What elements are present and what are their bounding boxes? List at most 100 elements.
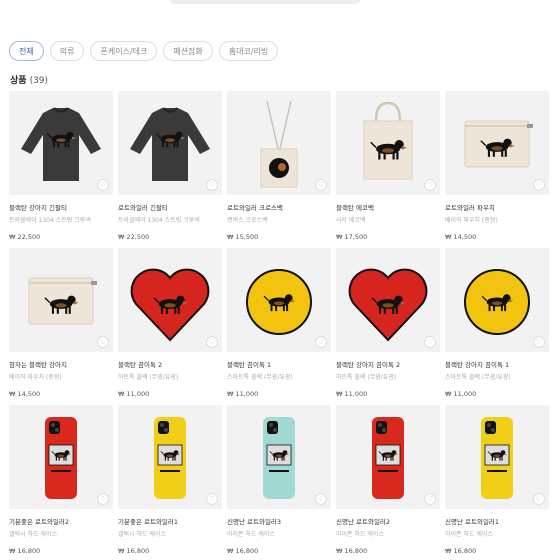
product-image[interactable]: ♡: [336, 405, 440, 509]
tab-home-living[interactable]: 홈데코/리빙: [218, 41, 279, 61]
product-card[interactable]: ♡ 신명난 로트와일러1 아이폰 하드 케이스 ₩ 16,800: [445, 405, 549, 555]
phone-case-red-icon: [372, 417, 404, 499]
product-price: ₩ 17,500: [336, 233, 368, 241]
product-price: ₩ 14,500: [445, 233, 477, 241]
product-name[interactable]: 블랙탄 강아지 끔이톡 1: [445, 359, 549, 369]
product-name[interactable]: 기분좋은 로트와일러1: [118, 516, 222, 526]
product-name[interactable]: 블랙탄 끔이톡 2: [118, 359, 222, 369]
product-price: ₩ 22,500: [9, 233, 41, 241]
product-name[interactable]: 참자는 블랙탄 강아지: [9, 359, 113, 369]
product-image[interactable]: ♡: [118, 248, 222, 352]
product-subtitle: 아이폰 하드 케이스: [227, 531, 275, 538]
product-subtitle: 갤럭시 하드 케이스: [9, 531, 57, 538]
product-name[interactable]: 블랙탄 에코백: [336, 202, 440, 212]
product-card[interactable]: ♡ 블랙탄 끔이톡 1 스마트톡 블랙 (무광/유광) ₩ 11,000: [227, 248, 331, 398]
product-card[interactable]: ♡ 로트와일러 긴팔티 트라클에이 1304 스트링 크루넥 ₩ 22,500: [118, 91, 222, 241]
product-price: ₩ 22,500: [118, 233, 150, 241]
heading-label: 상품: [10, 76, 27, 86]
product-image[interactable]: ♡: [336, 248, 440, 352]
product-card[interactable]: ♡ 블랙탄 끔이톡 2 하트톡 블랙 (무광/유광) ₩ 11,000: [118, 248, 222, 398]
product-card[interactable]: ♡ 기분좋은 로트와일러2 갤럭시 하드 케이스 ₩ 16,800: [9, 405, 113, 555]
product-card[interactable]: ♡ 블랙탄 에코백 사각 에코백 ₩ 17,500: [336, 91, 440, 241]
product-card[interactable]: ♡ 블랙탄 강아지 긴팔티 트라클에이 1304 스트링 크루넥 ₩ 22,50…: [9, 91, 113, 241]
product-card[interactable]: ♡ 로트와일러 크로스백 캔버스 크로스백 ₩ 15,500: [227, 91, 331, 241]
product-subtitle: 하트톡 블랙 (무광/유광): [336, 374, 397, 381]
product-price: ₩ 15,500: [227, 233, 259, 241]
wishlist-heart-icon[interactable]: ♡: [206, 336, 218, 348]
tab-all[interactable]: 전체: [9, 41, 44, 61]
product-subtitle: 갤럭시 하드 케이스: [118, 531, 166, 538]
product-image[interactable]: ♡: [9, 91, 113, 195]
heart-griptok-icon: [130, 268, 210, 342]
phone-case-mint-icon: [263, 417, 295, 499]
wishlist-heart-icon[interactable]: ♡: [315, 493, 327, 505]
product-name[interactable]: 신명난 로트와일러2: [336, 516, 440, 526]
product-price: ₩ 16,800: [118, 547, 150, 555]
wishlist-heart-icon[interactable]: ♡: [424, 179, 436, 191]
round-griptok-icon: [246, 269, 312, 335]
wishlist-heart-icon[interactable]: ♡: [206, 179, 218, 191]
product-image[interactable]: ♡: [227, 248, 331, 352]
product-card[interactable]: ♡ 기분좋은 로트와일러1 갤럭시 하드 케이스 ₩ 16,800: [118, 405, 222, 555]
product-image[interactable]: ♡: [336, 91, 440, 195]
cross-bag-icon: [260, 100, 298, 188]
product-subtitle: 하트톡 블랙 (무광/유광): [118, 374, 179, 381]
product-image[interactable]: ♡: [227, 91, 331, 195]
product-name[interactable]: 기분좋은 로트와일러2: [9, 516, 113, 526]
product-image[interactable]: ♡: [227, 405, 331, 509]
product-count-heading: 상품 (39): [10, 73, 48, 86]
phone-case-yellow-icon: [481, 417, 513, 499]
wishlist-heart-icon[interactable]: ♡: [97, 336, 109, 348]
product-name[interactable]: 블랙탄 강아지 긴팔티: [9, 202, 113, 212]
product-subtitle: 베이직 파우치 (중형): [9, 374, 62, 381]
wishlist-heart-icon[interactable]: ♡: [315, 336, 327, 348]
wishlist-heart-icon[interactable]: ♡: [97, 179, 109, 191]
wishlist-heart-icon[interactable]: ♡: [315, 179, 327, 191]
product-name[interactable]: 로트와일러 크로스백: [227, 202, 331, 212]
product-name[interactable]: 신명난 로트와일러1: [445, 516, 549, 526]
top-search-bar-edge: [170, 0, 360, 4]
wishlist-heart-icon[interactable]: ♡: [206, 493, 218, 505]
wishlist-heart-icon[interactable]: ♡: [533, 336, 545, 348]
tab-clothing[interactable]: 의류: [49, 41, 85, 61]
eco-bag-icon: [363, 101, 413, 180]
product-name[interactable]: 블랙탄 강아지 끔이톡 2: [336, 359, 440, 369]
product-card[interactable]: ♡ 신명난 로트와일러3 아이폰 하드 케이스 ₩ 16,800: [227, 405, 331, 555]
heading-count: (39): [29, 76, 49, 86]
product-price: ₩ 11,000: [118, 390, 150, 398]
product-image[interactable]: ♡: [445, 405, 549, 509]
product-name[interactable]: 신명난 로트와일러3: [227, 516, 331, 526]
product-card[interactable]: ♡ 참자는 블랙탄 강아지 베이직 파우치 (중형) ₩ 14,500: [9, 248, 113, 398]
product-name[interactable]: 블랙탄 끔이톡 1: [227, 359, 331, 369]
heart-griptok-icon: [348, 268, 428, 342]
product-subtitle: 트라클에이 1304 스트링 크루넥: [9, 217, 91, 224]
category-tabs: 전체 의류 폰케이스/테크 패션잡화 홈데코/리빙: [9, 41, 279, 61]
product-price: ₩ 14,500: [9, 390, 41, 398]
tab-phonecase-tech[interactable]: 폰케이스/테크: [90, 41, 158, 61]
product-image[interactable]: ♡: [118, 405, 222, 509]
wishlist-heart-icon[interactable]: ♡: [424, 336, 436, 348]
product-image[interactable]: ♡: [118, 91, 222, 195]
phone-case-red-icon: [45, 417, 77, 499]
product-subtitle: 스마트톡 블랙 (무광/유광): [445, 374, 511, 381]
product-image[interactable]: ♡: [9, 248, 113, 352]
product-card[interactable]: ♡ 블랙탄 강아지 끔이톡 2 하트톡 블랙 (무광/유광) ₩ 11,000: [336, 248, 440, 398]
product-image[interactable]: ♡: [445, 248, 549, 352]
product-image[interactable]: ♡: [9, 405, 113, 509]
wishlist-heart-icon[interactable]: ♡: [533, 179, 545, 191]
product-subtitle: 스마트톡 블랙 (무광/유광): [227, 374, 293, 381]
product-price: ₩ 16,800: [9, 547, 41, 555]
product-card[interactable]: ♡ 신명난 로트와일러2 아이폰 하드 케이스 ₩ 16,800: [336, 405, 440, 555]
product-name[interactable]: 로트와일러 파우치: [445, 202, 549, 212]
wishlist-heart-icon[interactable]: ♡: [533, 493, 545, 505]
wishlist-heart-icon[interactable]: ♡: [424, 493, 436, 505]
product-price: ₩ 11,000: [227, 390, 259, 398]
product-image[interactable]: ♡: [445, 91, 549, 195]
product-subtitle: 사각 에코백: [336, 217, 366, 224]
product-card[interactable]: ♡ 로트와일러 파우치 베이직 파우치 (중형) ₩ 14,500: [445, 91, 549, 241]
product-name[interactable]: 로트와일러 긴팔티: [118, 202, 222, 212]
product-subtitle: 캔버스 크로스백: [227, 217, 268, 224]
product-card[interactable]: ♡ 블랙탄 강아지 끔이톡 1 스마트톡 블랙 (무광/유광) ₩ 11,000: [445, 248, 549, 398]
tab-fashion-goods[interactable]: 패션잡화: [163, 41, 213, 61]
wishlist-heart-icon[interactable]: ♡: [97, 493, 109, 505]
